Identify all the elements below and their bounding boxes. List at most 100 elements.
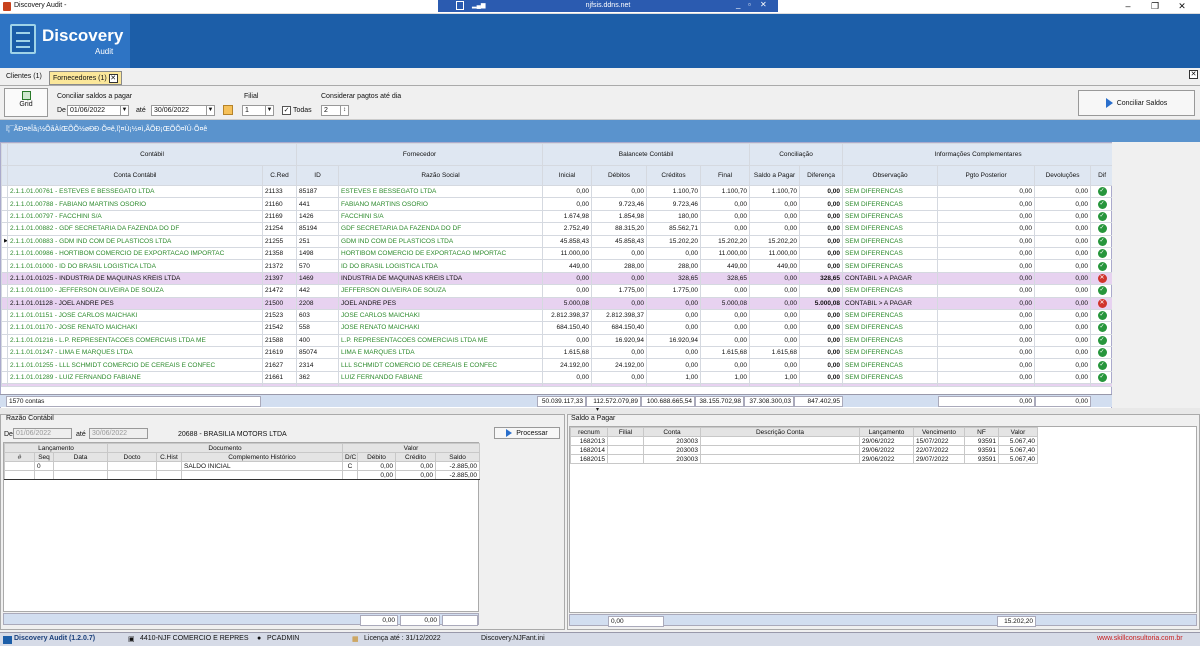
saldo-row[interactable]: 1682014 203003 29/06/2022 22/07/2022 93591 5.… xyxy=(570,445,1038,455)
cell-3: JOSE RENATO MAICHAKI xyxy=(338,321,544,335)
cell-5: 16.920,94 xyxy=(591,333,648,348)
table-row[interactable]: 2.1.1.01.01255 - LLL SCHMIDT COMERCIO DE… xyxy=(1,358,1115,372)
tab-clientes[interactable]: Clientes (1) xyxy=(3,71,45,85)
razao-column-header[interactable]: Docto xyxy=(107,452,157,462)
saldo-grid[interactable]: recnum Filial Conta Descrição Conta Lançamen… xyxy=(569,426,1197,613)
saldo-column-header[interactable]: Lançamento xyxy=(859,427,914,437)
remote-desktop-bar[interactable]: ▂▄▆ njfsis.ddns.net _ ▫ ✕ xyxy=(438,0,778,12)
chevron-down-icon[interactable]: ▼ xyxy=(207,105,215,116)
table-row[interactable]: 2.1.1.01.01025 - INDUSTRIA DE MAQUINAS K… xyxy=(1,271,1115,286)
saldo-column-header[interactable]: Descrição Conta xyxy=(700,427,860,437)
razao-column-header[interactable]: Seq xyxy=(34,452,54,462)
chevron-down-icon[interactable]: ▼ xyxy=(266,105,274,116)
grid-button[interactable]: Grid xyxy=(4,88,48,117)
razao-row[interactable]: 0 SALDO INICIAL C 0,00 0,00 -2.885,00 xyxy=(4,461,481,471)
filial-value[interactable]: 1 xyxy=(242,105,266,116)
column-header[interactable]: Créditos xyxy=(646,165,702,186)
table-row[interactable]: 2.1.1.01.01170 - JOSE RENATO MAICHAKI 215… xyxy=(1,321,1115,335)
table-row[interactable]: 2.1.1.01.01000 - ID DO BRASIL LOGISTICA … xyxy=(1,259,1115,273)
saldo-column-header[interactable]: Conta xyxy=(643,427,701,437)
cell-11: 0,00 xyxy=(937,296,1036,310)
razao-column-header[interactable]: Saldo xyxy=(434,452,481,462)
chevron-down-icon[interactable]: ▾ xyxy=(596,406,599,413)
table-row[interactable]: 2.1.1.01.01151 - JOSE CARLOS MAICHAKI 215… xyxy=(1,308,1115,323)
saldo-cell-7: 5.067,40 xyxy=(998,436,1038,446)
table-row[interactable]: 2.1.1.01.00986 - HORTIBOM COMERCIO DE EX… xyxy=(1,246,1115,261)
rd-restore-icon[interactable]: ▫ xyxy=(748,0,751,9)
minimize-icon[interactable]: – xyxy=(1120,1,1136,11)
table-row[interactable]: 2.1.1.01.00761 - ESTEVES E BESSEGATO LTD… xyxy=(1,184,1115,199)
table-row[interactable]: 2.1.1.01.00882 - GDF SECRETARIA DA FAZEN… xyxy=(1,222,1115,236)
rd-close-icon[interactable]: ✕ xyxy=(760,0,767,9)
date-from-picker[interactable]: 01/06/2022 ▼ xyxy=(67,105,129,116)
saldo-column-header[interactable]: Valor xyxy=(998,427,1038,437)
column-header[interactable]: Pgto Posterior xyxy=(937,165,1036,186)
column-header[interactable]: Inicial xyxy=(542,165,593,186)
processar-button[interactable]: Processar xyxy=(494,427,560,439)
panel-close-icon[interactable]: ✕ xyxy=(1189,70,1198,79)
column-header[interactable]: ID xyxy=(296,165,340,186)
todas-checkbox[interactable]: ✓ xyxy=(282,106,291,115)
main-grid[interactable]: Contábil Fornecedor Balancete Contábil C… xyxy=(0,142,1115,410)
saldo-column-header[interactable]: Filial xyxy=(607,427,644,437)
close-icon[interactable]: ✕ xyxy=(1174,1,1190,12)
chevron-down-icon[interactable]: ▼ xyxy=(121,105,129,116)
column-header[interactable]: Saldo a Pagar xyxy=(749,165,801,186)
razao-subtotal-empty xyxy=(156,470,182,480)
tab-fornecedores[interactable]: Fornecedores (1) ✕ xyxy=(49,71,122,85)
razao-column-header[interactable]: Crédito xyxy=(395,452,436,462)
razao-column-header[interactable]: Complemento Histórico xyxy=(181,452,343,462)
tab-close-icon[interactable]: ✕ xyxy=(108,74,118,83)
saldo-column-header[interactable]: NF xyxy=(964,427,999,437)
column-header[interactable]: Devoluções xyxy=(1034,165,1092,186)
rd-minimize-icon[interactable]: _ xyxy=(736,0,740,9)
column-header[interactable]: Observação xyxy=(842,165,939,186)
razao-grid[interactable]: Lançamento Documento Valor # Seq Data Docto C.… xyxy=(3,442,481,612)
stepper-icon[interactable]: ↕ xyxy=(341,105,349,116)
column-header[interactable]: Conta Contábil xyxy=(7,165,263,186)
status-site[interactable]: www.skillconsultoria.com.br xyxy=(1097,635,1183,642)
saldo-row[interactable]: 1682015 203003 29/06/2022 29/07/2022 93591 5.… xyxy=(570,454,1038,464)
maximize-icon[interactable]: ❐ xyxy=(1147,1,1163,12)
column-header[interactable]: Final xyxy=(700,165,751,186)
saldo-row[interactable]: 1682013 203003 29/06/2022 15/07/2022 93591 5.… xyxy=(570,436,1038,446)
table-row[interactable]: 2.1.1.01.00788 - FABIANO MARTINS OSORIO 2… xyxy=(1,197,1115,211)
cell-empty xyxy=(296,383,340,388)
calendar-icon[interactable] xyxy=(223,105,233,115)
date-to-picker[interactable]: 30/06/2022 ▼ xyxy=(151,105,215,116)
table-row[interactable]: 2.1.1.01.01128 - JOEL ANDRE PES 21500 2208… xyxy=(1,296,1115,310)
column-header[interactable]: C.Red xyxy=(261,165,298,186)
saldo-cell-0: 1682013 xyxy=(570,436,608,446)
cell-6: 85.562,71 xyxy=(646,222,702,236)
razao-column-header[interactable]: # xyxy=(4,452,35,462)
table-row[interactable]: ▶ 2.1.1.01.00883 - GDM IND COM DE PLASTIC… xyxy=(1,234,1115,248)
dia-stepper[interactable]: 2 ↕ xyxy=(321,105,349,116)
table-row[interactable]: 2.1.1.01.01247 - LIMA E MARQUES LTDA 2161… xyxy=(1,346,1115,360)
column-header[interactable]: Diferença xyxy=(799,165,844,186)
cell-11: 0,00 xyxy=(937,271,1036,286)
table-row[interactable]: 2.1.1.01.00797 - FACCHINI S/A 21169 1426 FA… xyxy=(1,209,1115,224)
column-header[interactable]: Razão Social xyxy=(338,165,544,186)
filial-select[interactable]: 1 ▼ xyxy=(242,105,274,116)
table-row[interactable]: 2.1.1.01.01100 - JEFFERSON OLIVEIRA DE S… xyxy=(1,284,1115,298)
dia-value[interactable]: 2 xyxy=(321,105,341,116)
saldo-column-header[interactable]: recnum xyxy=(570,427,608,437)
date-from-input[interactable]: 01/06/2022 xyxy=(67,105,121,116)
cell-empty xyxy=(542,383,593,388)
saldo-column-header[interactable]: Vencimento xyxy=(913,427,965,437)
razao-column-header[interactable]: C.Hist xyxy=(156,452,182,462)
cell-3: L.P. REPRESENTACOES COMERCIAIS LTDA ME xyxy=(338,333,544,348)
conciliar-saldos-button[interactable]: Conciliar Saldos xyxy=(1078,90,1195,116)
column-header[interactable]: Dif xyxy=(1090,165,1115,186)
cell-9: 0,00 xyxy=(799,197,844,211)
date-to-input[interactable]: 30/06/2022 xyxy=(151,105,207,116)
cell-7: 5.000,08 xyxy=(700,296,751,310)
column-header[interactable]: Débitos xyxy=(591,165,648,186)
razao-column-header[interactable]: D/C xyxy=(342,452,358,462)
razao-cell-2 xyxy=(53,461,108,471)
razao-column-header[interactable]: Data xyxy=(53,452,108,462)
cell-6: 1.775,00 xyxy=(646,284,702,298)
razao-column-header[interactable]: Débito xyxy=(357,452,396,462)
table-row[interactable]: 2.1.1.01.01216 - L.P. REPRESENTACOES COM… xyxy=(1,333,1115,348)
table-row[interactable]: 2.1.1.01.01289 - LUIZ FERNANDO FABIANE 21… xyxy=(1,370,1115,385)
